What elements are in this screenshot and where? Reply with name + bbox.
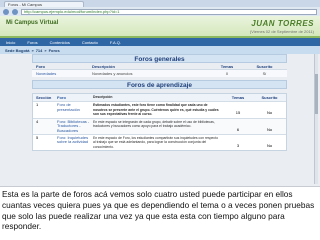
address-bar-row: http://campus.ejemplo.edu/mod/forum/inde… xyxy=(0,7,320,16)
forum-description: En este espacio de Foro, los estudiantes… xyxy=(93,135,218,149)
breadcrumb-sede[interactable]: Sede Bogotá xyxy=(5,48,29,53)
col-foro: Foro xyxy=(36,63,45,69)
site-title: Mi Campus Virtual xyxy=(6,20,59,26)
table-row: 5 Foro: Inquietudes sobre la actividad E… xyxy=(33,133,286,151)
site-banner: Mi Campus Virtual JUAN TORRES (Viernes 0… xyxy=(0,16,320,38)
col-temas: Temas xyxy=(231,95,245,100)
menu-item-inicio[interactable]: Inicio xyxy=(6,40,15,45)
topic-count: 15 xyxy=(235,110,241,115)
forum-link[interactable]: Foro: Inquietudes sobre la actividad xyxy=(55,135,91,151)
current-date: (Viernes 02 de Septiembre de 2011) xyxy=(249,29,314,34)
table-row: 1 Foro de presentación Estimados estudia… xyxy=(33,101,286,118)
main-menu: Inicio Foros Contenidos Contacto F.A.Q. xyxy=(0,38,320,46)
col-temas: Temas xyxy=(220,63,234,69)
section-number: 4 xyxy=(36,118,39,124)
section-number: 1 xyxy=(36,102,39,107)
table-row: 4 Foro: Bibliotecas - Traductores - Busc… xyxy=(33,117,286,134)
forum-link[interactable]: Foro de presentación xyxy=(55,102,91,118)
forum-link-novedades[interactable]: Novedades xyxy=(32,71,90,76)
forward-icon[interactable] xyxy=(12,8,18,15)
breadcrumb-course[interactable]: 714 xyxy=(36,48,43,53)
breadcrumb-foros: Foros xyxy=(48,47,60,53)
subscribed-status[interactable]: No xyxy=(253,119,286,134)
breadcrumb: Sede Bogotá » 714 » Foros xyxy=(0,46,320,54)
menu-item-contacto[interactable]: Contacto xyxy=(82,40,98,45)
forum-description: Novedades y anuncios xyxy=(92,71,133,76)
col-descripcion: Descripción xyxy=(92,63,115,69)
tab-bar: Foros - Mi Campus xyxy=(0,0,320,7)
browser-tab[interactable]: Foros - Mi Campus xyxy=(4,1,84,7)
slide-caption: Esta es la parte de foros acá vemos solo… xyxy=(2,189,315,232)
foros-generales-title: Foros generales xyxy=(32,54,287,63)
back-icon[interactable] xyxy=(3,8,9,15)
table-row: Novedades Novedades y anuncios 0 Sí xyxy=(32,70,287,77)
forum-description: Estimados estudiantes, este foro tiene c… xyxy=(93,103,219,117)
col-suscrito: Suscrito xyxy=(261,95,278,100)
forum-link[interactable]: Foro: Bibliotecas - Traductores - Buscad… xyxy=(55,119,91,134)
subscribed-status[interactable]: No xyxy=(253,135,286,151)
forum-description: En este espacio se integrarán de cada gr… xyxy=(93,119,215,129)
menu-item-foros[interactable]: Foros xyxy=(27,40,37,45)
generales-header: Foro Descripción Temas Suscrito xyxy=(32,63,287,70)
breadcrumb-sep: » xyxy=(31,47,34,53)
aprendizaje-table: Sección Foro Descripción Temas Suscrito … xyxy=(32,93,287,152)
brand-logo: JUAN TORRES xyxy=(251,19,314,28)
subscribed-status[interactable]: No xyxy=(253,102,286,118)
scrollbar-thumb[interactable] xyxy=(315,74,318,114)
url-input[interactable]: http://campus.ejemplo.edu/mod/forum/inde… xyxy=(21,8,317,15)
topic-count: 6 xyxy=(236,126,240,132)
browser-window: Foros - Mi Campus http://campus.ejemplo.… xyxy=(0,0,320,187)
forum-content: Foros generales Foro Descripción Temas S… xyxy=(32,54,287,152)
subscribed-status[interactable]: Sí xyxy=(242,71,287,76)
menu-item-faq[interactable]: F.A.Q. xyxy=(110,40,121,45)
col-descripcion: Descripción xyxy=(93,95,113,100)
topic-count: 3 xyxy=(236,142,240,148)
foros-aprendizaje-title: Foros de aprendizaje xyxy=(32,80,287,89)
menu-item-contenidos[interactable]: Contenidos xyxy=(50,40,70,45)
breadcrumb-sep: » xyxy=(44,47,47,53)
col-foro: Foro xyxy=(57,95,66,100)
aprendizaje-header: Sección Foro Descripción Temas Suscrito xyxy=(33,94,286,101)
col-suscrito: Suscrito xyxy=(256,63,273,69)
topic-count: 0 xyxy=(225,71,229,76)
page-scrollbar[interactable] xyxy=(314,54,318,184)
section-number: 5 xyxy=(36,134,39,140)
col-seccion: Sección xyxy=(36,95,52,100)
